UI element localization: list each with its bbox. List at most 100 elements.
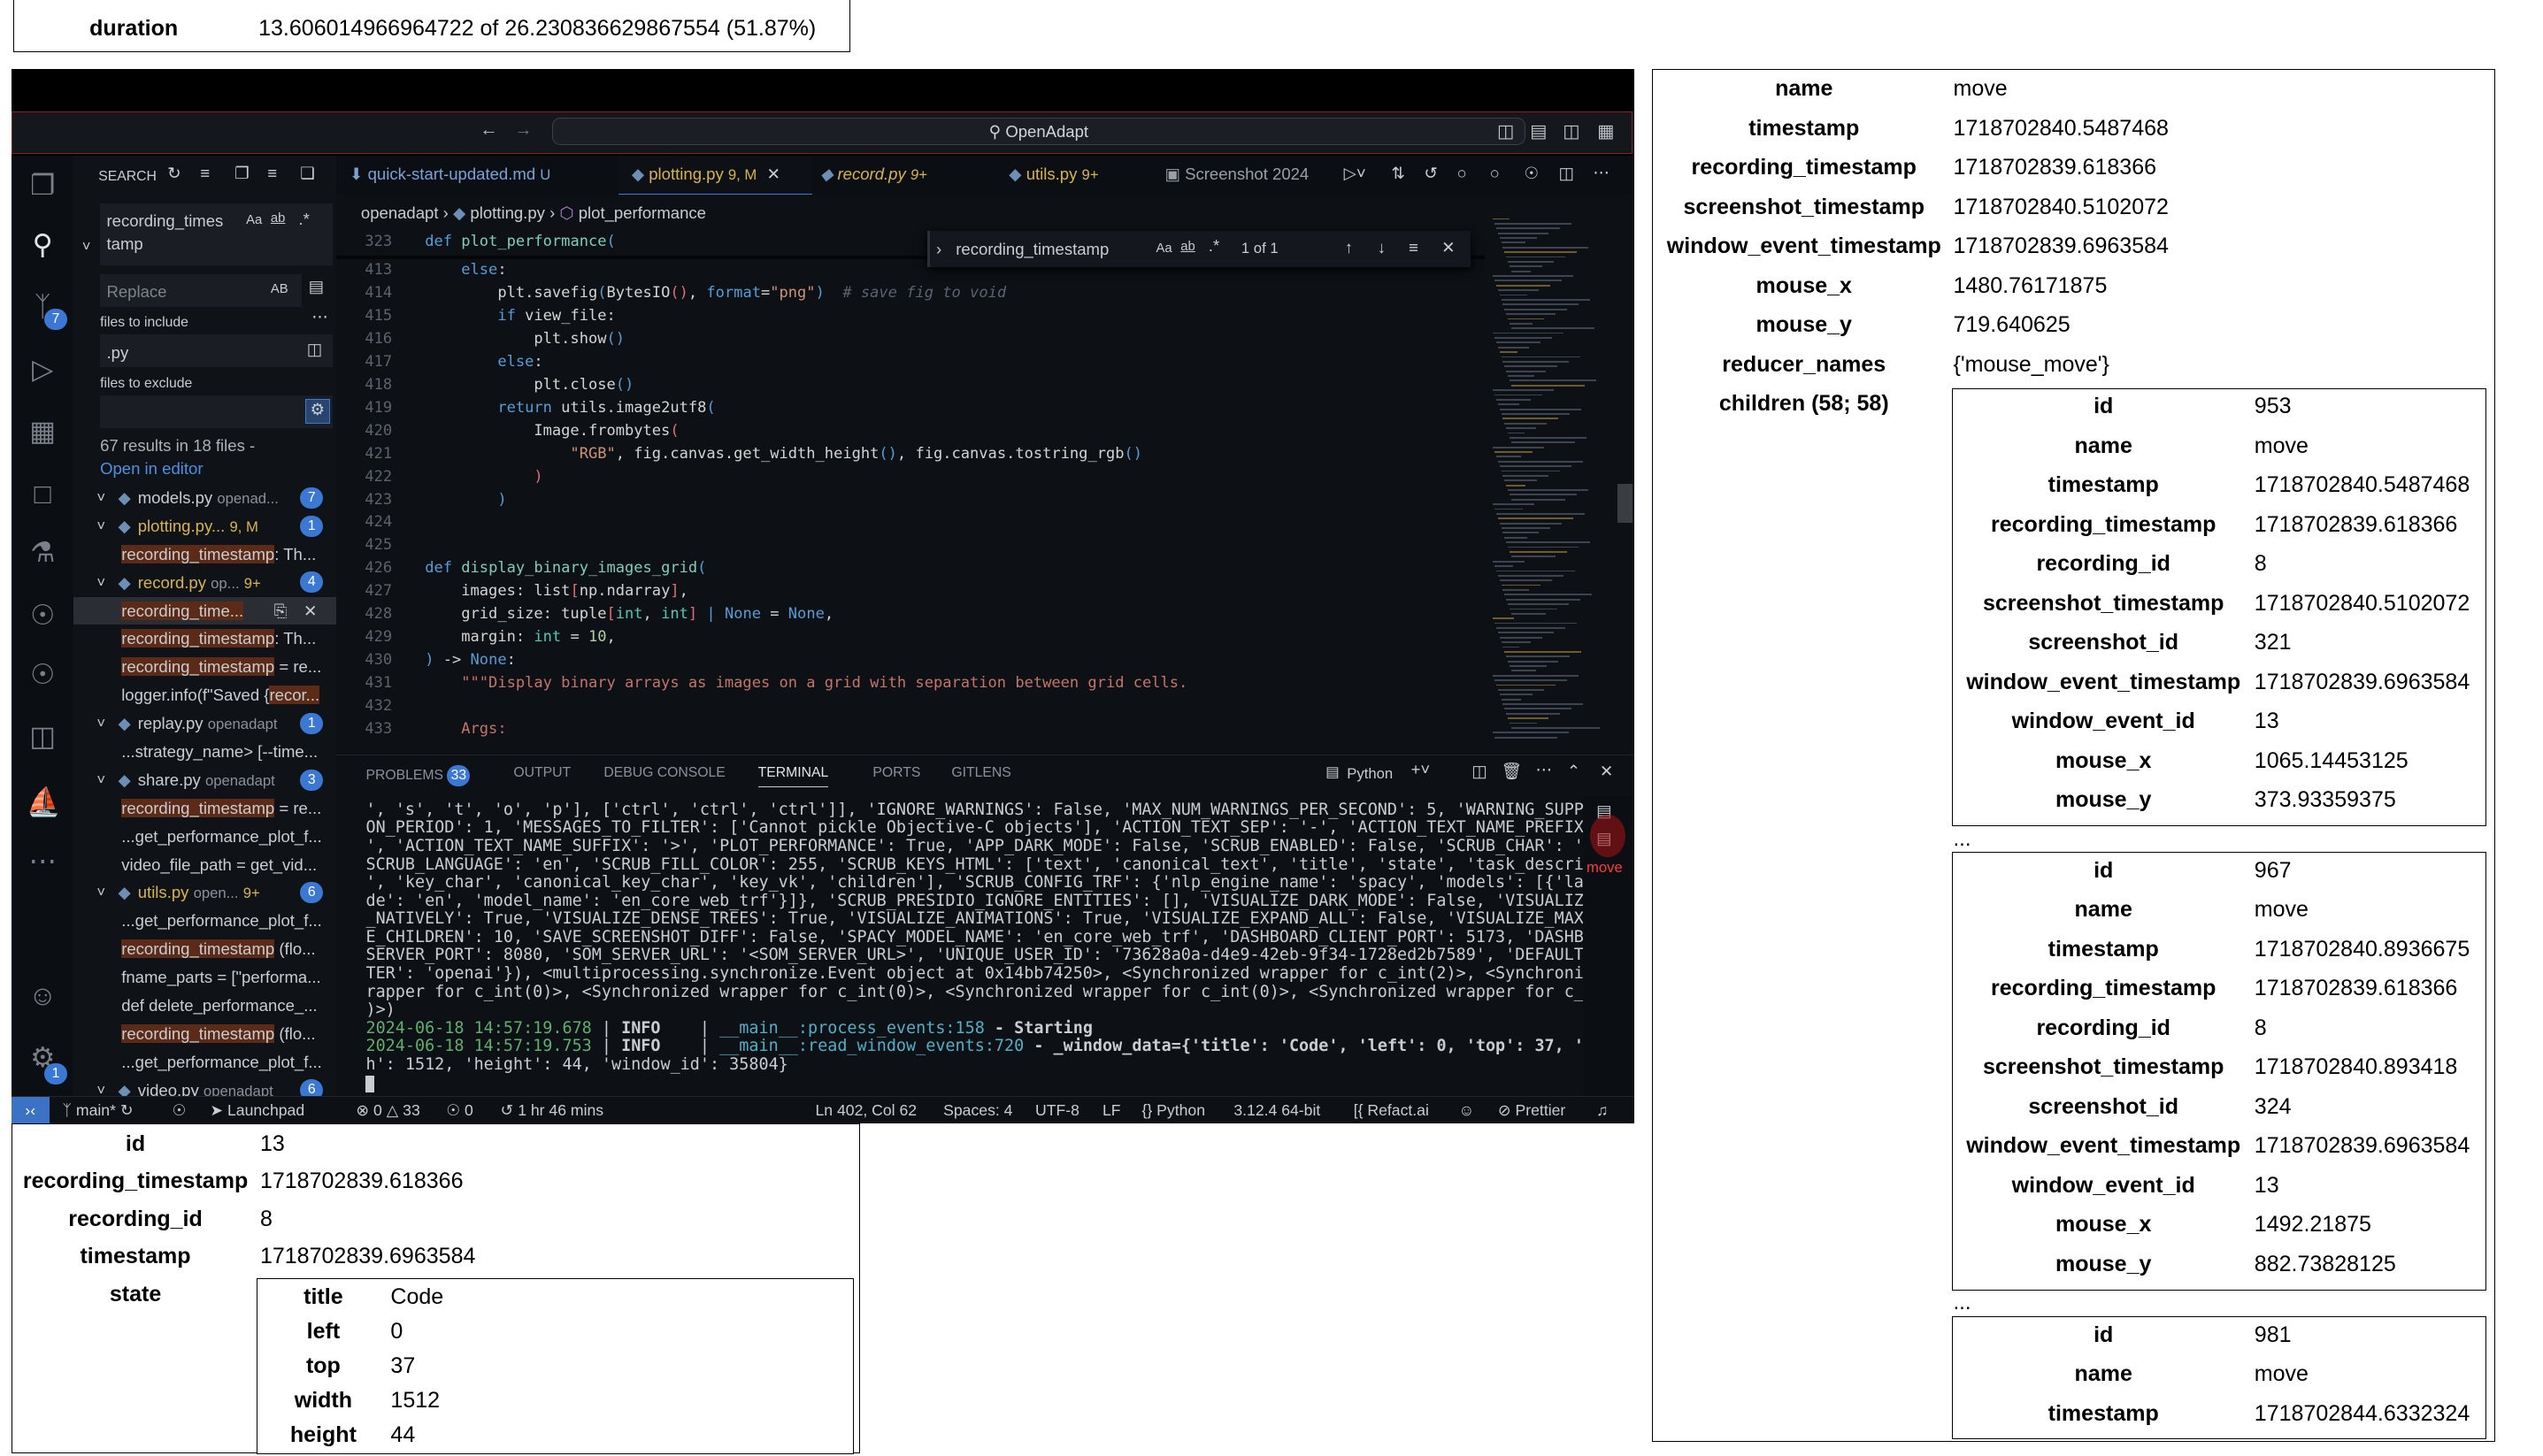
minimap[interactable] (1485, 218, 1616, 755)
remote-indicator[interactable]: ›‹ (11, 1096, 50, 1124)
next-change-icon[interactable]: ○ (1490, 164, 1500, 183)
preserve-case-toggle[interactable]: AB (271, 282, 288, 296)
whole-word-toggle[interactable]: ab (271, 211, 286, 226)
search-result-file[interactable]: ˅ ◆ share.py openadapt 3 (73, 766, 336, 794)
cursor-position[interactable]: Ln 402, Col 62 (816, 1097, 918, 1124)
customize-layout-icon[interactable]: ▦ (1597, 120, 1614, 142)
previous-change-icon[interactable]: ○ (1457, 164, 1467, 183)
search-result-match[interactable]: logger.info(f"Saved {recor... (73, 681, 336, 709)
search-result-match[interactable]: recording_timestamp: Th... (73, 625, 336, 653)
breadcrumb-symbol[interactable]: plot_performance (579, 203, 706, 222)
find-input[interactable]: recording_timestamp (956, 240, 1109, 259)
command-center[interactable]: ⚲ OpenAdapt (552, 117, 1525, 146)
search-result-match[interactable]: recording_timestamp = re... (73, 653, 336, 681)
forward-arrow-icon[interactable]: → (514, 120, 532, 141)
search-result-file[interactable]: ˅ ◆ record.py op... 9+ 4 (73, 569, 336, 597)
close-find-icon[interactable]: ✕ (1441, 238, 1456, 257)
toggle-replace-icon[interactable]: › (936, 240, 941, 259)
replace-icon[interactable]: ⎘ (274, 597, 288, 625)
search-icon[interactable]: ⚲ (27, 228, 59, 261)
panel-tab-terminal[interactable]: TERMINAL (757, 765, 829, 787)
gitlens-inspect-icon[interactable]: ☉ (27, 658, 59, 691)
panel-tab-debug-console[interactable]: DEBUG CONSOLE (603, 765, 725, 781)
search-result-match[interactable]: ...get_performance_plot_f... (73, 907, 336, 935)
breadcrumb-folder[interactable]: openadapt (361, 203, 439, 222)
use-exclude-settings-icon[interactable]: ⚙ (304, 398, 330, 424)
time-tracker-item[interactable]: ↺ 1 hr 46 mins (501, 1097, 604, 1124)
replace-all-icon[interactable]: ▤ (309, 277, 325, 296)
tab-screenshot-2024[interactable]: ▣ Screenshot 2024 (1152, 156, 1346, 194)
kill-terminal-icon[interactable]: 🗑 (1502, 762, 1523, 781)
remote-explorer-icon[interactable]: □ (27, 478, 59, 510)
split-editor-icon[interactable]: ◫ (1558, 164, 1574, 183)
ports-item[interactable]: ☉ 0 (446, 1097, 473, 1124)
copilot-icon[interactable]: ☺ (1458, 1097, 1474, 1124)
encoding[interactable]: UTF-8 (1035, 1097, 1079, 1124)
next-match-icon[interactable]: ↓ (1378, 238, 1386, 257)
vertical-scrollbar[interactable] (1617, 483, 1633, 524)
search-result-match[interactable]: ...strategy_name> [--time... (73, 738, 336, 766)
launchpad-item[interactable]: ➤ Launchpad (210, 1097, 304, 1124)
maximize-panel-icon[interactable]: ⌃ (1567, 762, 1581, 781)
notifications-bell-icon[interactable]: ♫ (1596, 1097, 1608, 1124)
view-as-tree-icon[interactable]: ≡ (267, 164, 277, 183)
prettier-item[interactable]: ⊘ Prettier (1498, 1097, 1565, 1124)
regex-toggle[interactable]: .* (298, 210, 309, 229)
dismiss-icon[interactable]: ✕ (303, 597, 318, 625)
toggle-secondary-sidebar-icon[interactable]: ◫ (1563, 120, 1579, 142)
search-result-file[interactable]: ˅ ◆ plotting.py... 9, M 1 (73, 512, 336, 540)
refact-item[interactable]: [{ Refact.ai (1354, 1097, 1429, 1124)
close-tab-icon[interactable]: ✕ (766, 165, 780, 183)
more-options-icon[interactable]: ⋯ (311, 307, 328, 326)
timeline-icon[interactable]: ◫ (27, 720, 59, 753)
open-editors-only-icon[interactable]: ◫ (307, 340, 323, 359)
search-result-match[interactable]: recording_time... ⎘ ✕ (73, 596, 337, 625)
find-in-selection-icon[interactable]: ≡ (1409, 238, 1418, 257)
search-result-match[interactable]: fname_parts = ["performa... (73, 963, 336, 992)
code-view[interactable]: 323 def plot_performance(413 else: 414 plt… (336, 231, 1485, 754)
more-icon[interactable]: ⋯ (27, 845, 59, 877)
problems-item[interactable]: ⊗ 0 △ 33 (356, 1097, 419, 1124)
refresh-icon[interactable]: ↻ (167, 164, 181, 183)
language-mode[interactable]: {} Python (1142, 1097, 1206, 1124)
new-search-editor-icon[interactable]: ❐ (234, 164, 250, 183)
run-python-icon[interactable]: ▷˅ (1344, 164, 1366, 183)
editor-more-icon[interactable]: ⋯ (1593, 163, 1610, 182)
branch-item[interactable]: ᛉ main* ↻ (62, 1097, 133, 1124)
find-regex[interactable]: .* (1209, 236, 1219, 256)
account-icon[interactable]: ☺ (27, 979, 59, 1012)
files-to-exclude-input[interactable]: ⚙ (100, 395, 334, 428)
close-panel-icon[interactable]: ✕ (1600, 762, 1614, 781)
search-result-match[interactable]: video_file_path = get_vid... (73, 851, 336, 879)
clear-results-icon[interactable]: ≡ (200, 164, 210, 183)
breadcrumb-file[interactable]: plotting.py (470, 203, 544, 222)
collapse-all-icon[interactable]: ❏ (300, 164, 315, 183)
python-interpreter[interactable]: 3.12.4 64-bit (1233, 1097, 1320, 1124)
run-debug-icon[interactable]: ▷ (27, 353, 59, 386)
new-terminal-icon[interactable]: +˅ (1411, 760, 1431, 779)
explorer-icon[interactable]: ❐ (27, 169, 59, 202)
find-whole-word[interactable]: ab (1180, 240, 1195, 254)
previous-match-icon[interactable]: ↑ (1345, 238, 1353, 257)
tab-plotting-py[interactable]: ◆ plotting.py 9, M ✕ (618, 156, 812, 195)
panel-tab-output[interactable]: OUTPUT (513, 765, 571, 781)
search-result-match[interactable]: recording_timestamp: Th... (73, 540, 336, 569)
toggle-replace-chevron-icon[interactable]: ˅ (82, 238, 91, 256)
docker-icon[interactable]: ⛵ (27, 785, 61, 818)
gitlens-blame-icon[interactable]: ☉ (1525, 164, 1540, 183)
search-result-match[interactable]: recording_timestamp (flo... (73, 935, 336, 963)
find-match-case[interactable]: Aa (1156, 241, 1172, 256)
indentation[interactable]: Spaces: 4 (943, 1097, 1012, 1124)
gitlens-icon[interactable]: ☉ (27, 599, 59, 632)
extensions-icon[interactable]: ▦ (27, 415, 59, 448)
terminal-output[interactable]: ', 's', 't', 'o', 'p'], ['ctrl', 'ctrl',… (336, 801, 1633, 1097)
panel-tab-gitlens[interactable]: GITLENS (951, 765, 1010, 781)
compare-changes-icon[interactable]: ⇅ (1391, 164, 1405, 183)
toggle-sidebar-icon[interactable]: ◫ (1497, 120, 1514, 142)
panel-tab-problems[interactable]: PROBLEMS 33 (365, 765, 471, 787)
search-result-file[interactable]: ˅ ◆ models.py openad... 7 (73, 484, 336, 512)
gitlens-icon[interactable]: ☉ (173, 1097, 187, 1124)
search-result-match[interactable]: recording_timestamp (flo... (73, 1020, 336, 1048)
search-result-match[interactable]: recording_timestamp = re... (73, 794, 336, 823)
toggle-panel-icon[interactable]: ▤ (1530, 120, 1547, 142)
